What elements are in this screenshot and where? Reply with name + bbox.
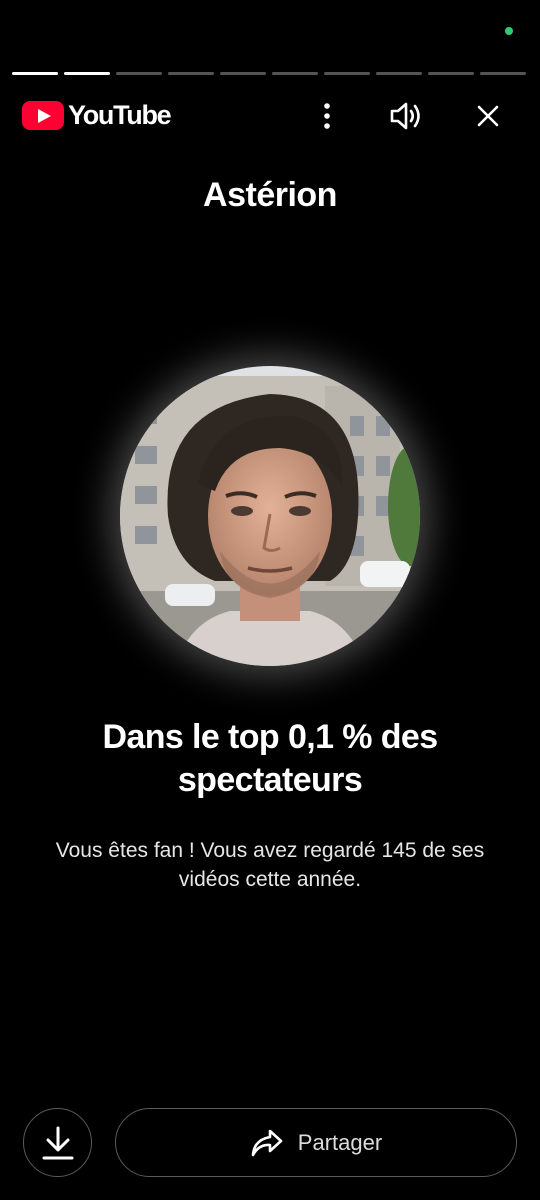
more-vertical-icon bbox=[324, 103, 330, 129]
download-button[interactable] bbox=[23, 1108, 92, 1177]
progress-segment bbox=[168, 72, 214, 75]
progress-segment bbox=[220, 72, 266, 75]
story-header: YouTube bbox=[0, 92, 540, 140]
channel-name: Astérion bbox=[203, 176, 337, 214]
progress-segment bbox=[428, 72, 474, 75]
recap-story-screen: YouTube Astérion Dans le top 0,1 % des s… bbox=[0, 0, 540, 1200]
progress-segment bbox=[272, 72, 318, 75]
close-button[interactable] bbox=[468, 96, 508, 136]
volume-icon bbox=[390, 102, 420, 130]
progress-segment bbox=[12, 72, 58, 75]
progress-segment bbox=[376, 72, 422, 75]
avatar-photo bbox=[120, 366, 420, 666]
youtube-logo: YouTube bbox=[22, 100, 172, 131]
share-icon bbox=[251, 1129, 283, 1156]
share-button[interactable]: Partager bbox=[115, 1108, 517, 1177]
progress-segment bbox=[480, 72, 526, 75]
more-options-button[interactable] bbox=[307, 96, 347, 136]
status-indicator bbox=[505, 27, 513, 35]
channel-avatar bbox=[120, 366, 420, 666]
recap-description: Vous êtes fan ! Vous avez regardé 145 de… bbox=[55, 839, 485, 891]
progress-segment bbox=[324, 72, 370, 75]
story-progress-bar bbox=[12, 72, 526, 75]
progress-segment bbox=[64, 72, 110, 75]
download-icon bbox=[42, 1126, 73, 1159]
youtube-play-icon bbox=[22, 101, 64, 130]
share-label: Partager bbox=[297, 1129, 383, 1155]
sound-toggle-button[interactable] bbox=[387, 96, 427, 136]
close-icon bbox=[477, 105, 499, 127]
brand-name: YouTube bbox=[68, 100, 172, 130]
progress-segment bbox=[116, 72, 162, 75]
recap-headline: Dans le top 0,1 % des spectateurs bbox=[102, 718, 438, 799]
